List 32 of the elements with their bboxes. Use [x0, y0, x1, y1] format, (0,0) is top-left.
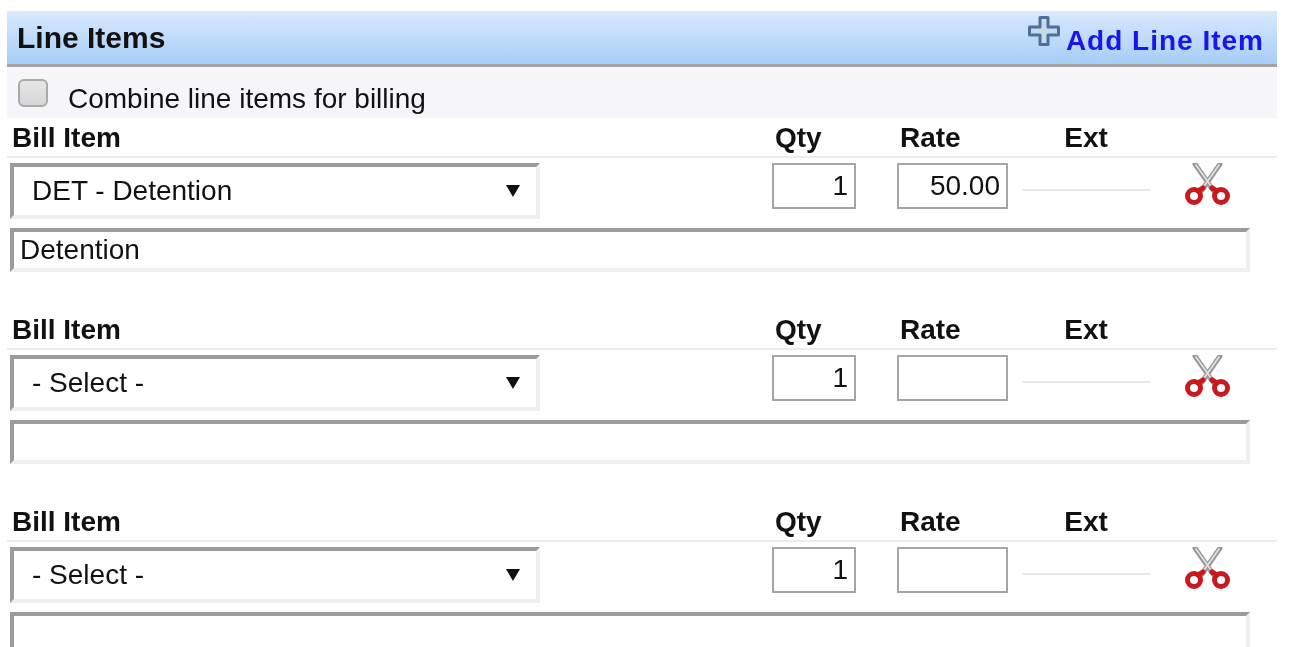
description-field[interactable]: Detention — [10, 228, 1250, 272]
checkbox[interactable] — [18, 78, 48, 107]
column-label: Bill Item — [12, 506, 121, 538]
qty-field[interactable]: 1 — [772, 163, 856, 209]
description-field[interactable] — [10, 612, 1250, 647]
caret-icon — [506, 568, 520, 582]
column-label: Rate — [900, 314, 961, 346]
caret-icon — [506, 376, 520, 390]
caret-icon — [506, 184, 520, 198]
description-field[interactable] — [10, 420, 1250, 464]
column-label: Rate — [900, 122, 961, 154]
add-line-item-link[interactable]: Add Line Item — [1027, 16, 1264, 56]
plus-icon — [1027, 16, 1060, 46]
column-label: Ext — [1064, 506, 1108, 538]
bill-item-select[interactable]: - Select - — [10, 547, 540, 603]
qty-field[interactable]: 1 — [772, 547, 856, 593]
qty-field[interactable]: 1 — [772, 355, 856, 401]
column-label: Qty — [775, 314, 822, 346]
column-label: Qty — [775, 122, 822, 154]
rate-field[interactable]: 50.00 — [897, 163, 1008, 209]
column-label: Bill Item — [12, 314, 121, 346]
checkbox-label: Combine line items for billing — [68, 83, 426, 115]
column-label: Qty — [775, 506, 822, 538]
column-label: Rate — [900, 506, 961, 538]
column-label: Ext — [1064, 122, 1108, 154]
section-title: Line Items — [17, 21, 166, 54]
bill-item-select[interactable]: - Select - — [10, 355, 540, 411]
rate-field[interactable] — [897, 355, 1008, 401]
rate-field[interactable] — [897, 547, 1008, 593]
column-label: Ext — [1064, 314, 1108, 346]
column-label: Bill Item — [12, 122, 121, 154]
bill-item-select[interactable]: DET - Detention — [10, 163, 540, 219]
